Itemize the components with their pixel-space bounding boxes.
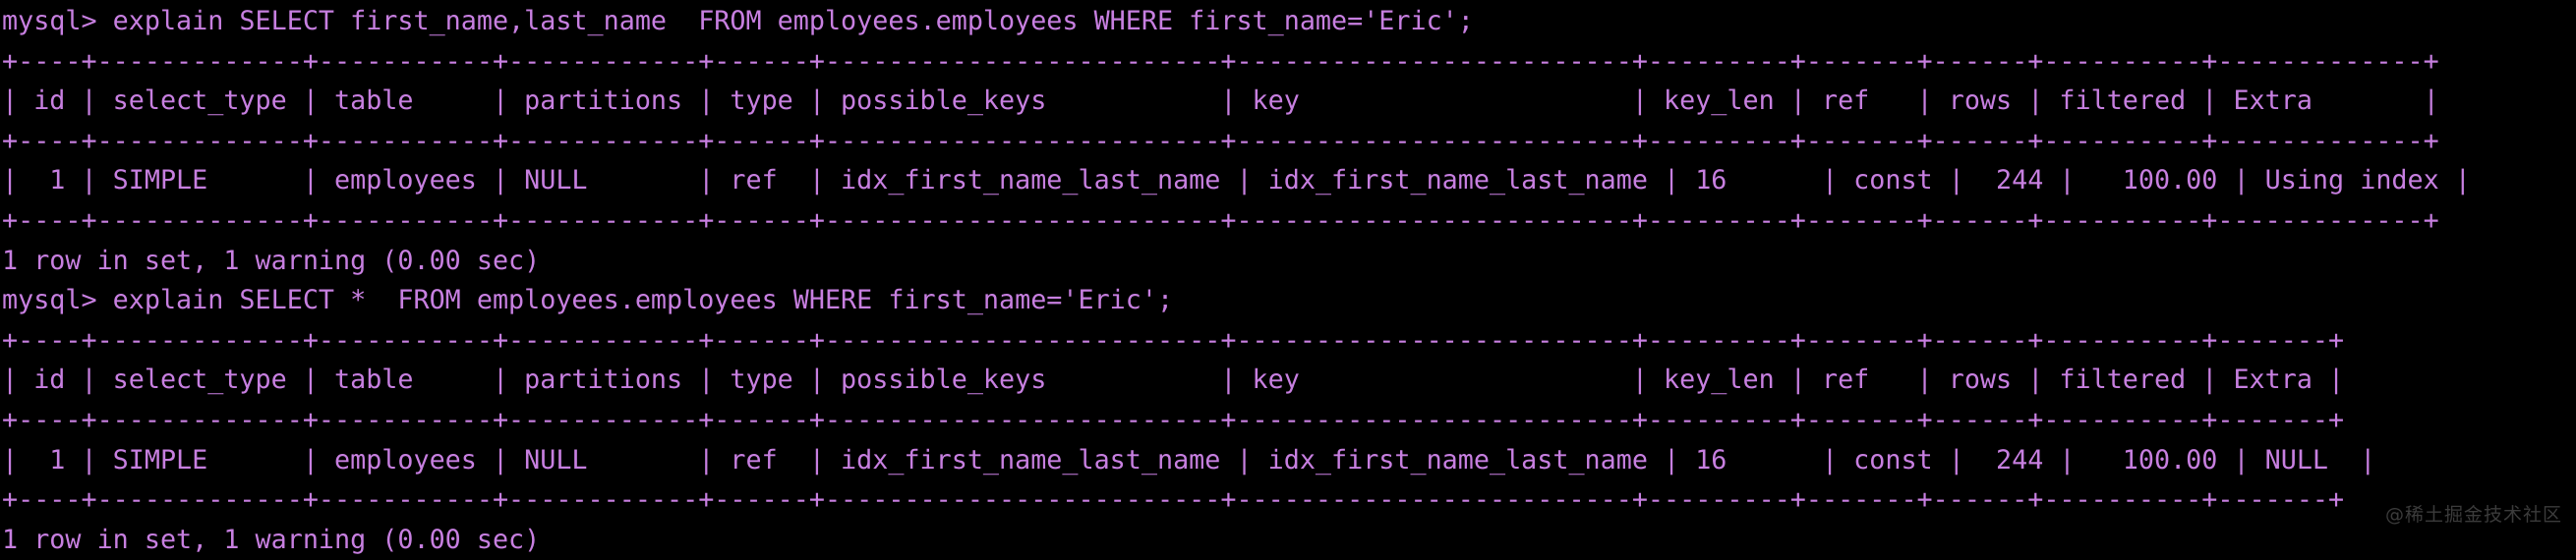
table-header-row-1: | id | select_type | table | partitions … [2, 85, 2439, 117]
site-watermark: @稀土掘金技术社区 [2384, 504, 2562, 526]
table-rule-bottom-1: +----+-------------+-----------+--------… [2, 204, 2439, 236]
table-rule-top-1: +----+-------------+-----------+--------… [2, 45, 2439, 77]
table-data-row-2: | 1 | SIMPLE | employees | NULL | ref | … [2, 444, 2376, 476]
command-prompt-line-2[interactable]: mysql> explain SELECT * FROM employees.e… [0, 281, 2576, 321]
table-header-row-2: | id | select_type | table | partitions … [2, 364, 2345, 396]
table-rule-mid-1: +----+-------------+-----------+--------… [2, 125, 2439, 156]
table-rule-top-2: +----+-------------+-----------+--------… [2, 324, 2345, 356]
result-status-line-2: 1 row in set, 1 warning (0.00 sec) [2, 524, 541, 555]
command-prompt-line-1[interactable]: mysql> explain SELECT first_name,last_na… [0, 2, 2576, 42]
table-data-row-1: | 1 | SIMPLE | employees | NULL | ref | … [2, 165, 2471, 196]
terminal-scroll-region: mysql> explain SELECT first_name,last_na… [0, 2, 2576, 560]
table-rule-mid-2: +----+-------------+-----------+--------… [2, 404, 2345, 435]
result-status-line-1: 1 row in set, 1 warning (0.00 sec) [2, 245, 541, 276]
table-rule-bottom-2: +----+-------------+-----------+--------… [2, 484, 2345, 516]
terminal-window[interactable]: mysql> explain SELECT first_name,last_na… [0, 0, 2576, 555]
